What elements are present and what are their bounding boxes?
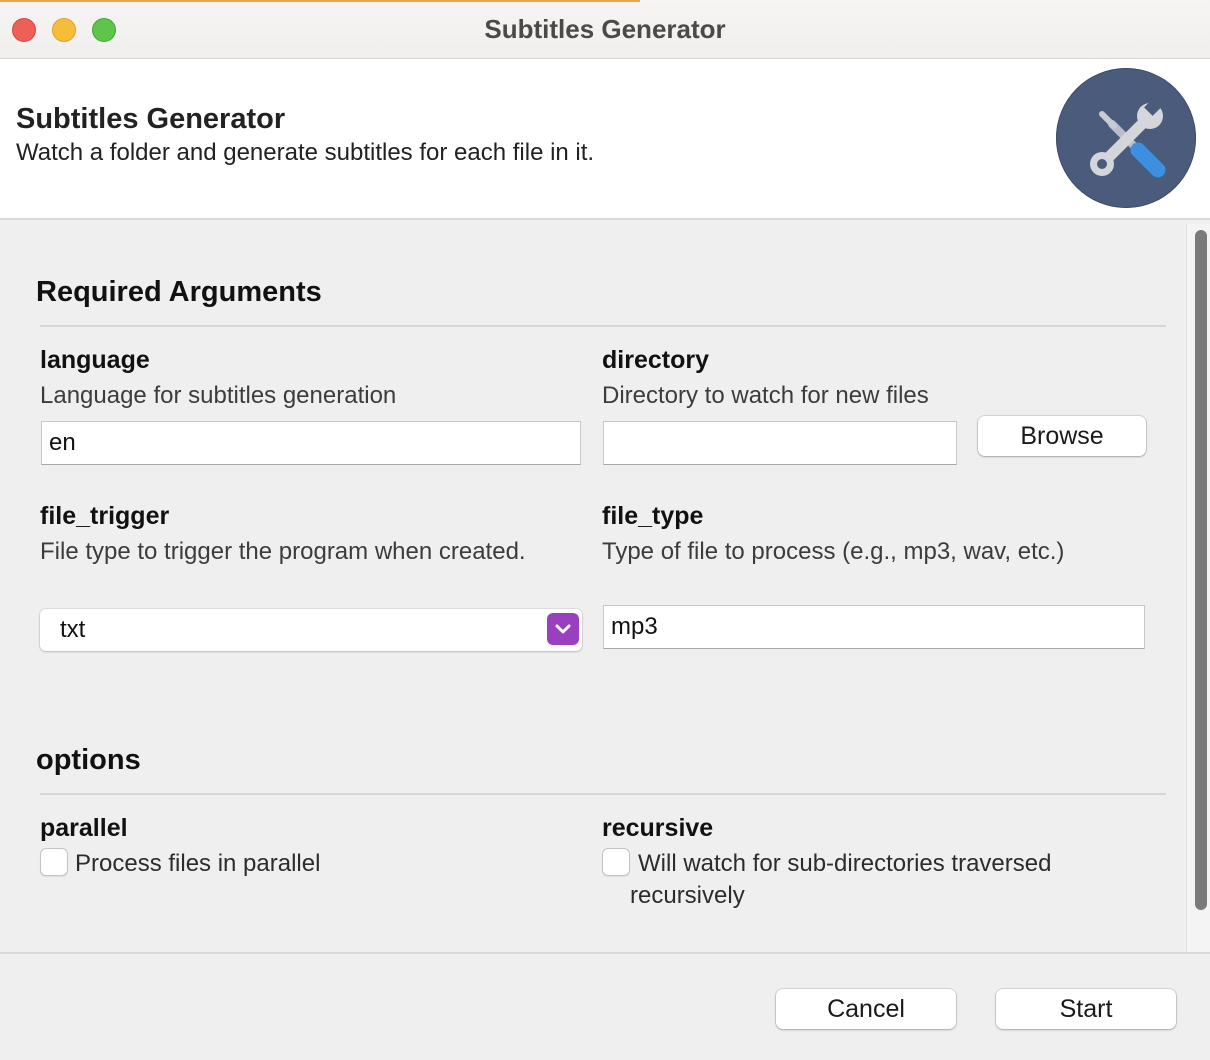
vertical-scrollbar[interactable] xyxy=(1186,224,1210,952)
window-title: Subtitles Generator xyxy=(484,14,726,44)
cancel-button[interactable]: Cancel xyxy=(776,989,956,1029)
form-body: Required Arguments language Language for… xyxy=(0,220,1210,952)
dialog-footer: Cancel Start xyxy=(0,952,1210,1060)
header-title: Subtitles Generator xyxy=(16,103,286,135)
required-section-divider xyxy=(40,325,1166,327)
scrollbar-thumb[interactable] xyxy=(1195,230,1207,910)
browse-button[interactable]: Browse xyxy=(978,416,1146,456)
recursive-checkbox-text-continued: recursively xyxy=(630,882,745,909)
recursive-checkbox-text: Will watch for sub-directories traversed xyxy=(638,850,1052,877)
file-trigger-label: file_trigger xyxy=(40,502,170,530)
options-section-title: options xyxy=(36,744,141,776)
title-bar-accent xyxy=(0,0,640,2)
file-type-input[interactable] xyxy=(603,605,1145,649)
start-button[interactable]: Start xyxy=(996,989,1176,1029)
required-section-title: Required Arguments xyxy=(36,276,322,308)
directory-input[interactable] xyxy=(603,421,957,465)
parallel-checkbox[interactable] xyxy=(40,848,68,876)
directory-help: Directory to watch for new files xyxy=(602,382,929,409)
file-trigger-selected-value: txt xyxy=(60,616,86,643)
recursive-label: recursive xyxy=(602,814,714,842)
chevron-down-glyph xyxy=(555,624,571,634)
options-section-divider xyxy=(40,793,1166,795)
parallel-label: parallel xyxy=(40,814,128,842)
app-window: Subtitles Generator Subtitles Generator … xyxy=(0,0,1210,1060)
language-help: Language for subtitles generation xyxy=(40,382,397,409)
title-bar[interactable]: Subtitles Generator xyxy=(0,0,1210,59)
language-label: language xyxy=(40,346,150,374)
parallel-checkbox-text: Process files in parallel xyxy=(75,850,321,877)
tools-icon-graphic xyxy=(1090,96,1166,178)
header-banner: Subtitles Generator Watch a folder and g… xyxy=(0,59,1210,220)
file-trigger-select[interactable]: txt xyxy=(40,609,582,651)
tools-icon xyxy=(1056,68,1196,208)
directory-label: directory xyxy=(602,346,709,374)
recursive-checkbox[interactable] xyxy=(602,848,630,876)
header-subtitle: Watch a folder and generate subtitles fo… xyxy=(16,139,595,166)
chevron-down-icon[interactable] xyxy=(547,613,579,645)
language-input[interactable] xyxy=(41,421,581,465)
file-trigger-help: File type to trigger the program when cr… xyxy=(40,538,526,565)
file-type-label: file_type xyxy=(602,502,704,530)
file-type-help: Type of file to process (e.g., mp3, wav,… xyxy=(602,538,1065,565)
